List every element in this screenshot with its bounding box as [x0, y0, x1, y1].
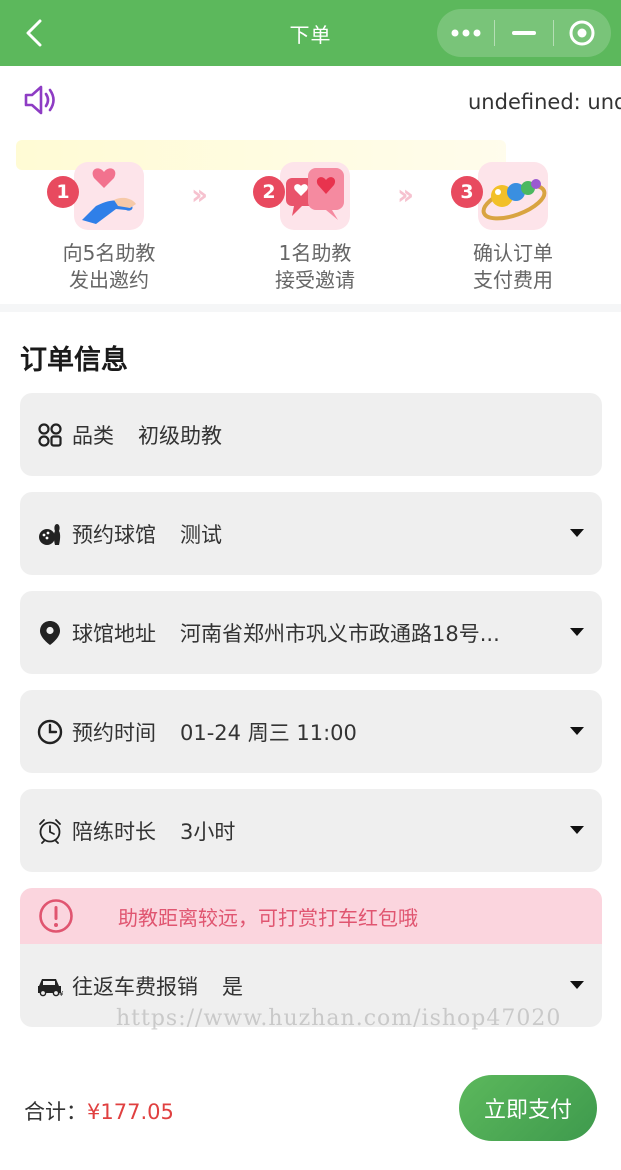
step-1: 1 向5名助教 发出邀约 [29, 162, 189, 294]
order-page: 下单 undefined: undefined 1 [0, 0, 621, 1170]
row-label: 球馆地址 [72, 621, 156, 646]
clock-icon [36, 718, 64, 746]
record-target-icon [569, 20, 595, 46]
minimize-button[interactable] [495, 9, 552, 57]
minimize-icon [511, 31, 536, 35]
page-title: 下单 [289, 22, 332, 47]
step-number: 1 [47, 176, 79, 208]
caret-down-icon [570, 628, 584, 636]
exclamation-circle-icon [39, 899, 73, 933]
row-value: 3小时 [180, 819, 236, 844]
total-price: ¥177.05 [87, 1100, 174, 1124]
more-button[interactable] [437, 9, 494, 57]
caret-down-icon [570, 826, 584, 834]
announcement-text: undefined: undefined [468, 90, 621, 114]
double-chevron-icon: ›› [397, 178, 414, 211]
row-label: 品类 [72, 423, 114, 448]
alarm-clock-icon [36, 817, 64, 845]
step-text: 确认订单 支付费用 [473, 241, 553, 292]
checkout-bar: 合计：¥177.05 立即支付 [0, 1046, 621, 1170]
duration-row[interactable]: 陪练时长 3小时 [20, 789, 602, 872]
svg-text:¥: ¥ [59, 990, 64, 997]
distance-tip: 助教距离较远，可打赏打车红包哦 [20, 888, 602, 944]
venue-row[interactable]: 预约球馆 测试 [20, 492, 602, 575]
chevron-left-icon [26, 19, 42, 47]
step-text: 1名助教 接受邀请 [275, 241, 355, 292]
row-value: 初级助教 [138, 423, 222, 448]
location-pin-icon [36, 619, 64, 647]
caret-down-icon [570, 981, 584, 989]
back-button[interactable] [18, 17, 50, 49]
grid-icon [36, 421, 64, 449]
caret-down-icon [570, 727, 584, 735]
step-number: 2 [253, 176, 285, 208]
step-3: 3 确认订单 支付费用 [433, 162, 593, 294]
step-2: 2 1名助教 接受邀请 [235, 162, 395, 294]
order-info-section: 订单信息 品类 初级助教 预约球馆 测试 球馆地址 河南省郑州市巩义市政通路18… [0, 312, 621, 1052]
speaker-icon [24, 85, 55, 115]
hand-heart-icon: 1 [47, 162, 144, 230]
bowling-icon [36, 520, 64, 548]
double-chevron-icon: ›› [191, 178, 208, 211]
row-value: 01-24 周三 11:00 [180, 720, 357, 745]
car-icon: ¥ [36, 972, 64, 1000]
announcement-bar: undefined: undefined [0, 66, 621, 140]
row-value: 河南省郑州市巩义市政通路18号... [180, 621, 500, 646]
row-label: 陪练时长 [72, 819, 156, 844]
row-label: 预约球馆 [72, 522, 156, 547]
nav-bar: 下单 [0, 0, 621, 66]
billiard-balls-icon: 3 [451, 162, 548, 230]
category-row[interactable]: 品类 初级助教 [20, 393, 602, 476]
step-text: 向5名助教 发出邀约 [62, 241, 156, 292]
section-title: 订单信息 [20, 345, 128, 376]
address-row[interactable]: 球馆地址 河南省郑州市巩义市政通路18号... [20, 591, 602, 674]
close-app-button[interactable] [554, 9, 611, 57]
step-number: 3 [451, 176, 483, 208]
row-label: 往返车费报销 [72, 974, 198, 999]
row-value: 是 [222, 974, 243, 999]
total-amount: 合计：¥177.05 [24, 1096, 174, 1126]
tip-text: 助教距离较远，可打赏打车红包哦 [118, 905, 418, 930]
heart-bubbles-icon: 2 [253, 162, 350, 230]
mini-program-capsule [437, 9, 611, 57]
total-label: 合计： [24, 1100, 87, 1124]
watermark-text: https://www.huzhan.com/ishop47020 [116, 1006, 562, 1031]
row-label: 预约时间 [72, 720, 156, 745]
time-row[interactable]: 预约时间 01-24 周三 11:00 [20, 690, 602, 773]
more-dots-icon [451, 29, 481, 37]
pay-now-button[interactable]: 立即支付 [459, 1075, 597, 1141]
caret-down-icon [570, 529, 584, 537]
row-value: 测试 [180, 522, 222, 547]
process-steps: 1 向5名助教 发出邀约 ›› 2 1名助教 接受邀请 ›› 3 确认订单 支付… [0, 140, 621, 304]
